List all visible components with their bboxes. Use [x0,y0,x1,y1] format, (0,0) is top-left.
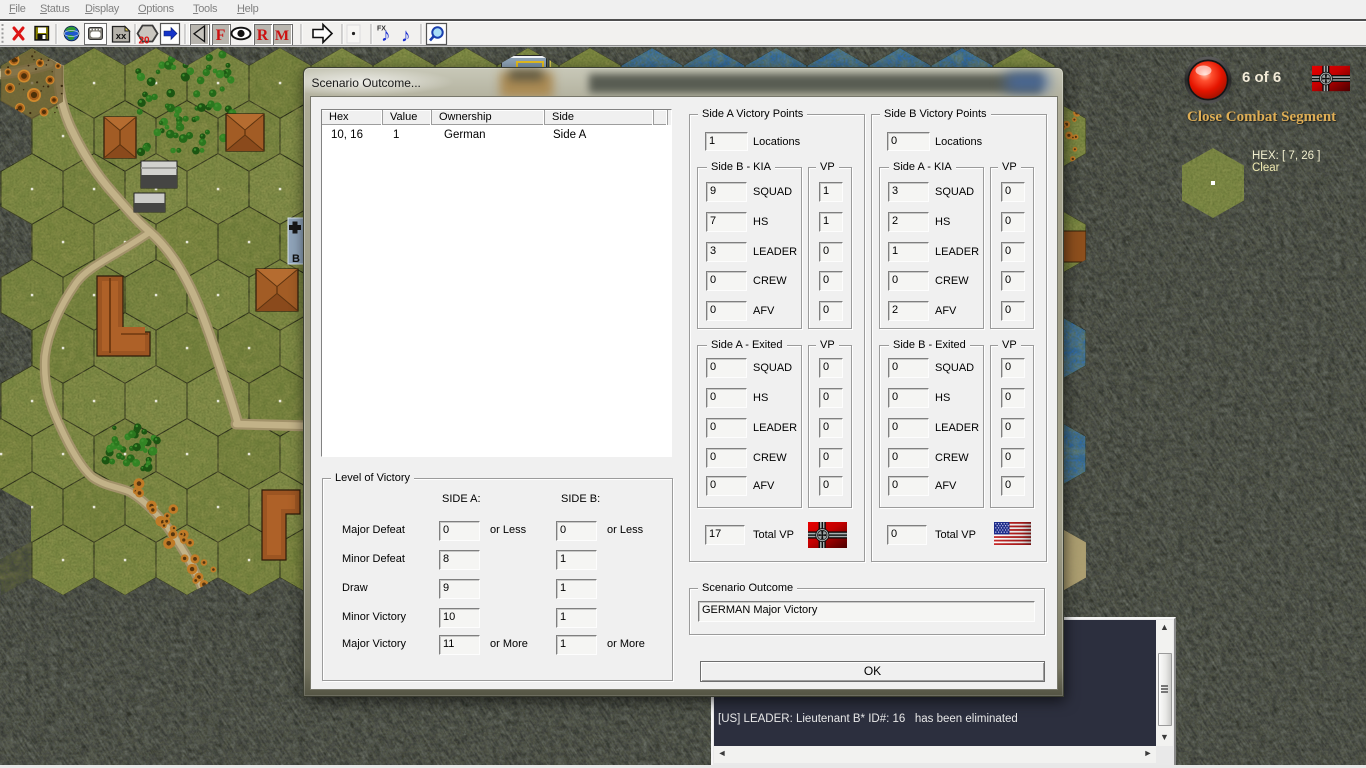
svg-text:♪: ♪ [401,26,411,47]
svg-text:R: R [257,27,269,44]
svg-text:F: F [216,27,226,44]
svg-text:B: B [292,253,300,265]
svg-text:xx: xx [116,31,127,42]
svg-text:M: M [275,28,289,44]
svg-text:♪: ♪ [381,25,391,46]
